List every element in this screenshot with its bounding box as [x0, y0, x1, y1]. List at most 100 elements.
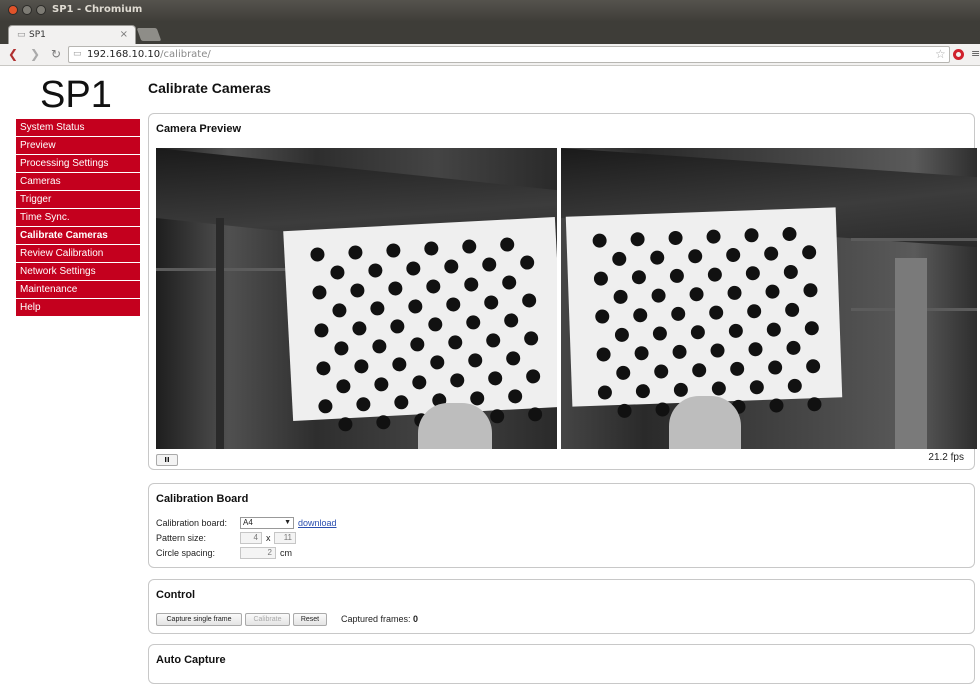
- pattern-x-label: x: [266, 533, 271, 543]
- calibration-dot: [370, 301, 385, 316]
- auto-capture-panel: Auto Capture: [148, 644, 975, 684]
- calibration-dot: [651, 288, 666, 303]
- calibration-dot: [375, 414, 391, 430]
- calibration-dot: [706, 229, 721, 244]
- calibrate-button[interactable]: Calibrate: [245, 613, 290, 626]
- calibration-dot: [332, 303, 347, 318]
- bookmark-star-icon[interactable]: ☆: [935, 47, 946, 61]
- pause-button[interactable]: II: [156, 454, 178, 466]
- calibration-board-panel: Calibration Board Calibration board: A4 …: [148, 483, 975, 568]
- calibration-dot: [807, 396, 822, 412]
- calibration-dot: [669, 268, 685, 284]
- calibration-dot: [707, 267, 723, 282]
- sidebar-item-processing-settings[interactable]: Processing Settings: [16, 155, 140, 172]
- calibration-dot: [635, 383, 651, 399]
- calibration-dot: [407, 299, 423, 314]
- calibration-dot: [527, 406, 543, 422]
- minimize-window-button[interactable]: [22, 5, 32, 15]
- calibration-dot: [668, 230, 683, 246]
- calibration-dot: [525, 369, 541, 384]
- calibration-dot: [593, 271, 609, 286]
- sidebar-item-trigger[interactable]: Trigger: [16, 191, 140, 208]
- maximize-window-button[interactable]: [36, 5, 46, 15]
- download-link[interactable]: download: [298, 518, 337, 528]
- calibration-dot: [489, 408, 505, 424]
- control-panel: Control Capture single frame Calibrate R…: [148, 579, 975, 634]
- window-title: SP1 - Chromium: [52, 4, 143, 15]
- calibration-dot: [748, 341, 763, 357]
- control-heading: Control: [156, 589, 196, 601]
- sidebar-item-preview[interactable]: Preview: [16, 137, 140, 154]
- calibration-dot: [595, 309, 610, 324]
- reset-button[interactable]: Reset: [293, 613, 327, 626]
- calibration-dot: [783, 264, 799, 280]
- calibration-dot: [786, 340, 801, 356]
- calibration-dot: [393, 394, 409, 410]
- left-camera-image: [156, 148, 557, 449]
- calibration-board-image: [283, 217, 557, 432]
- calibration-dot: [597, 385, 613, 400]
- pillar-shape: [216, 218, 224, 449]
- back-arrow-icon[interactable]: ❮: [8, 47, 18, 61]
- close-window-button[interactable]: [8, 5, 18, 15]
- calibration-dot: [318, 398, 333, 414]
- browser-tab[interactable]: ▭ SP1 ×: [8, 25, 136, 44]
- calibration-dot: [690, 324, 706, 340]
- sidebar-item-maintenance[interactable]: Maintenance: [16, 281, 140, 298]
- capture-single-frame-button[interactable]: Capture single frame: [156, 613, 242, 626]
- board-select[interactable]: A4 ▼: [240, 517, 294, 529]
- sidebar-item-help[interactable]: Help: [16, 299, 140, 316]
- sidebar-item-cameras[interactable]: Cameras: [16, 173, 140, 190]
- sidebar-item-calibrate-cameras[interactable]: Calibrate Cameras: [16, 227, 140, 244]
- calibration-dot: [767, 360, 783, 375]
- sidebar-item-review-calibration[interactable]: Review Calibration: [16, 245, 140, 262]
- sidebar-item-system-status[interactable]: System Status: [16, 119, 140, 136]
- sidebar-item-time-sync[interactable]: Time Sync.: [16, 209, 140, 226]
- menu-icon[interactable]: ≡: [971, 47, 980, 60]
- calibration-dot: [616, 365, 631, 381]
- extension-icon[interactable]: [953, 49, 964, 60]
- calibration-dot: [386, 243, 401, 258]
- close-tab-icon[interactable]: ×: [120, 29, 128, 40]
- calibration-dot: [729, 361, 745, 377]
- calibration-dot: [803, 283, 818, 298]
- address-bar[interactable]: ▭ 192.168.10.10/calibrate/: [68, 46, 950, 63]
- captured-frames-count: 0: [413, 614, 419, 624]
- spacing-row: Circle spacing: 2 cm: [156, 547, 292, 559]
- calibration-dot: [765, 284, 780, 299]
- pillar-shape: [895, 258, 927, 449]
- calibration-dot: [653, 364, 669, 379]
- calibration-dot: [766, 322, 782, 337]
- camera-preview-panel: Camera Preview II 21.2 fps: [148, 113, 977, 470]
- forward-arrow-icon[interactable]: ❯: [30, 47, 40, 61]
- pattern-cols-input[interactable]: 4: [240, 532, 262, 544]
- page-icon: ▭: [17, 30, 26, 40]
- pattern-rows-input[interactable]: 11: [274, 532, 296, 544]
- spacing-unit: cm: [280, 548, 292, 558]
- spacing-input[interactable]: 2: [240, 547, 276, 559]
- calibration-dot: [634, 345, 649, 361]
- calibration-dot: [725, 247, 741, 263]
- calibration-dot: [388, 281, 403, 296]
- calibration-dot: [425, 279, 441, 294]
- board-select-value: A4: [243, 518, 253, 527]
- calibration-board-heading: Calibration Board: [156, 493, 249, 505]
- calibration-dot: [708, 305, 724, 320]
- calibration-dot: [749, 379, 765, 395]
- calibration-dot: [710, 343, 725, 358]
- calibration-dot: [485, 333, 501, 348]
- calibration-dot: [465, 315, 481, 330]
- url-path: /calibrate/: [160, 49, 211, 60]
- sidebar-item-network-settings[interactable]: Network Settings: [16, 263, 140, 280]
- new-tab-button[interactable]: [136, 28, 162, 41]
- calibration-dot: [391, 356, 407, 372]
- calibration-dot: [507, 388, 523, 404]
- page-icon: ▭: [73, 49, 82, 59]
- calibration-dot: [630, 232, 645, 247]
- calibration-dot: [405, 261, 421, 276]
- calibration-dot: [687, 249, 703, 264]
- calibration-dot: [409, 337, 425, 352]
- calibration-dot: [631, 270, 647, 285]
- calibration-dot: [652, 326, 668, 341]
- reload-icon[interactable]: ↻: [51, 47, 61, 61]
